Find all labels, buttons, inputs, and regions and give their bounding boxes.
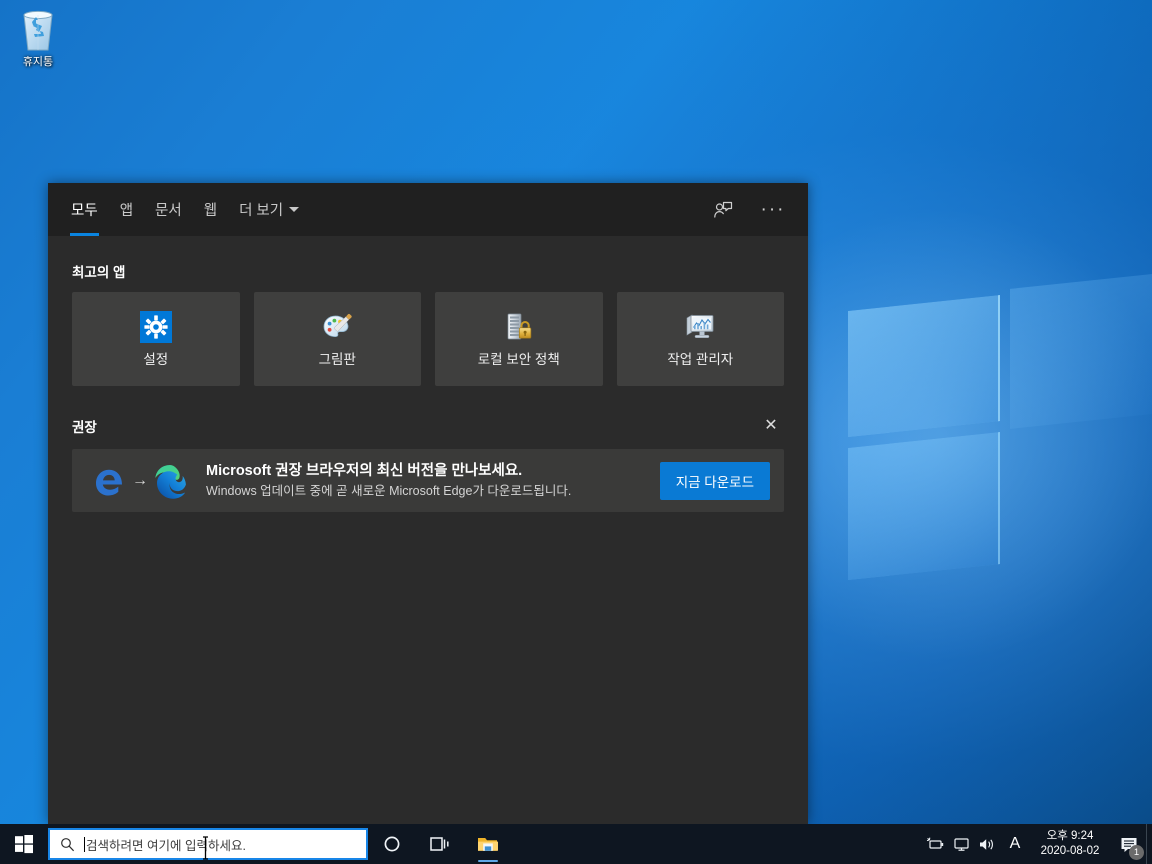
wallpaper-shard <box>848 295 1000 437</box>
tab-all-label: 모두 <box>71 203 98 219</box>
feedback-button[interactable] <box>710 197 736 223</box>
tab-more[interactable]: 더 보기 <box>228 183 310 236</box>
settings-gear-icon <box>139 310 172 343</box>
recommendation-header: 권장 ✕ <box>72 386 784 449</box>
desktop[interactable]: 휴지통 모두 앱 문서 웹 더 보기 ··· 최고의 앱 설정 그림판 로컬 보… <box>0 0 1152 864</box>
recommendation-subtext: Windows 업데이트 중에 곧 새로운 Microsoft Edge가 다운… <box>206 484 572 498</box>
system-tray: A 오후 9:24 2020-08-02 1 <box>922 824 1152 864</box>
app-tile-paint[interactable]: 그림판 <box>253 292 421 386</box>
app-tile-label: 설정 <box>143 351 169 367</box>
app-tile-local-security-policy[interactable]: 로컬 보안 정책 <box>435 292 603 386</box>
more-options-icon: ··· <box>760 198 786 220</box>
tab-more-label: 더 보기 <box>239 203 284 219</box>
close-icon[interactable]: ✕ <box>758 413 784 439</box>
tab-apps[interactable]: 앱 <box>109 183 144 236</box>
search-header-actions: ··· <box>710 197 792 223</box>
recommendation-card: → Microsoft 권장 브라우저의 최신 버전을 만나보세요. Windo… <box>72 449 784 512</box>
search-panel-header: 모두 앱 문서 웹 더 보기 ··· <box>48 183 808 236</box>
tab-apps-label: 앱 <box>119 203 134 219</box>
app-tile-label: 로컬 보안 정책 <box>477 351 560 367</box>
more-options-button[interactable]: ··· <box>760 197 786 223</box>
cortana-button[interactable] <box>368 824 416 864</box>
ime-language-indicator[interactable]: A <box>1000 824 1030 864</box>
search-input[interactable]: 검색하려면 여기에 입력하세요. <box>48 828 368 860</box>
search-placeholder: 검색하려면 여기에 입력하세요. <box>86 838 246 853</box>
chevron-down-icon <box>289 207 300 212</box>
recommendation-title: 권장 <box>72 420 97 435</box>
tab-all[interactable]: 모두 <box>60 183 109 236</box>
folder-icon <box>478 837 498 851</box>
tab-web-label: 웹 <box>203 203 218 219</box>
task-manager-icon <box>686 313 714 338</box>
cortana-circle-icon <box>384 836 400 852</box>
desktop-icon-recycle-bin[interactable]: 휴지통 <box>6 6 70 69</box>
edge-legacy-icon <box>96 469 122 495</box>
feedback-icon <box>714 201 733 218</box>
best-apps-title: 최고의 앱 <box>72 265 126 280</box>
text-caret <box>84 836 85 852</box>
search-panel: 모두 앱 문서 웹 더 보기 ··· 최고의 앱 설정 그림판 로컬 보안 정책… <box>48 183 808 824</box>
notification-center-button[interactable]: 1 <box>1112 824 1146 864</box>
tab-documents-label: 문서 <box>155 203 182 219</box>
search-panel-body: 최고의 앱 설정 그림판 로컬 보안 정책 작업 관리자 권장 ✕ → Micr… <box>48 236 808 824</box>
recommendation-text: Microsoft 권장 브라우저의 최신 버전을 만나보세요. Windows… <box>206 461 660 500</box>
edge-logos: → <box>92 463 188 499</box>
start-button[interactable] <box>0 824 48 864</box>
arrow-right-icon: → <box>132 471 148 489</box>
app-tile-task-manager[interactable]: 작업 관리자 <box>616 292 784 386</box>
wallpaper-shard <box>1010 271 1152 429</box>
volume-icon[interactable] <box>974 824 1000 864</box>
show-desktop-button[interactable] <box>1146 824 1152 864</box>
recommendation-heading: Microsoft 권장 브라우저의 최신 버전을 만나보세요. <box>206 463 523 479</box>
task-view-icon <box>430 837 449 851</box>
clock-time: 오후 9:24 <box>1046 830 1094 842</box>
app-tile-label: 그림판 <box>318 351 356 367</box>
clock[interactable]: 오후 9:24 2020-08-02 <box>1030 824 1112 864</box>
network-display-icon[interactable] <box>948 824 974 864</box>
search-tabs: 모두 앱 문서 웹 더 보기 <box>60 183 310 236</box>
notification-badge: 1 <box>1129 845 1144 860</box>
file-explorer-button[interactable] <box>464 824 512 864</box>
clock-date: 2020-08-02 <box>1040 845 1100 857</box>
search-icon <box>60 837 75 852</box>
tab-web[interactable]: 웹 <box>193 183 228 236</box>
battery-icon[interactable] <box>922 824 948 864</box>
download-now-button[interactable]: 지금 다운로드 <box>659 461 770 500</box>
edge-chromium-icon <box>155 464 186 499</box>
security-policy-icon <box>507 313 531 339</box>
taskbar: 검색하려면 여기에 입력하세요. A 오후 9:24 2020-08-02 1 <box>0 824 1152 864</box>
windows-logo-icon <box>15 835 33 854</box>
recycle-bin-icon <box>23 10 53 51</box>
tab-documents[interactable]: 문서 <box>144 183 193 236</box>
wallpaper-shard <box>848 432 1000 580</box>
app-tile-label: 작업 관리자 <box>667 351 734 367</box>
paint-palette-icon <box>323 313 352 337</box>
best-apps-tiles: 설정 그림판 로컬 보안 정책 작업 관리자 <box>72 292 784 386</box>
recycle-bin-label: 휴지통 <box>22 56 54 68</box>
app-tile-settings[interactable]: 설정 <box>72 292 240 386</box>
task-view-button[interactable] <box>416 824 464 864</box>
